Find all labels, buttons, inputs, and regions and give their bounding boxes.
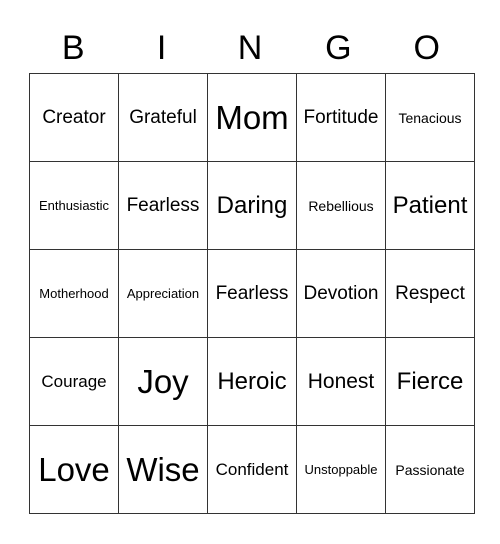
bingo-cell-text: Patient (392, 191, 468, 219)
bingo-cell[interactable]: Unstoppable (296, 425, 386, 514)
bingo-cell-text: Respect (395, 282, 465, 304)
bingo-cell[interactable]: Tenacious (385, 73, 475, 162)
header-letter-n: N (237, 29, 263, 67)
bingo-cell[interactable]: Motherhood (29, 249, 119, 338)
bingo-cell-text: Confident (215, 459, 289, 479)
bingo-cell[interactable]: Rebellious (296, 161, 386, 250)
bingo-row: Love Wise Confident Unstoppable Passionate (29, 425, 475, 514)
bingo-header: B I N G O (29, 26, 471, 70)
bingo-cell[interactable]: Respect (385, 249, 475, 338)
bingo-cell-text: Wise (126, 450, 200, 488)
bingo-cell[interactable]: Honest (296, 337, 386, 426)
bingo-cell[interactable]: Fierce (385, 337, 475, 426)
bingo-row: Courage Joy Heroic Honest Fierce (29, 337, 475, 426)
bingo-row: Motherhood Appreciation Fearless Devotion Re… (29, 249, 475, 338)
bingo-cell-text: Fearless (215, 282, 289, 304)
bingo-cell-text: Honest (307, 369, 375, 393)
header-letter-g: G (325, 29, 352, 67)
bingo-cell-text: Rebellious (308, 197, 374, 214)
bingo-cell[interactable]: Fearless (118, 161, 208, 250)
bingo-row: Enthusiastic Fearless Daring Rebellious Pati… (29, 161, 475, 250)
bingo-cell-text: Fearless (126, 194, 200, 216)
bingo-cell[interactable]: Enthusiastic (29, 161, 119, 250)
bingo-cell[interactable]: Daring (207, 161, 297, 250)
bingo-cell-text: Grateful (129, 106, 197, 128)
bingo-cell-text: Passionate (395, 461, 465, 478)
bingo-cell[interactable]: Creator (29, 73, 119, 162)
bingo-cell[interactable]: Heroic (207, 337, 297, 426)
bingo-row: Creator Grateful Mom Fortitude Tenacious (29, 73, 475, 162)
bingo-grid: Creator Grateful Mom Fortitude Tenacious Enth… (29, 73, 475, 514)
header-letter-o: O (413, 29, 440, 67)
bingo-cell-text: Joy (137, 362, 189, 400)
bingo-cell[interactable]: Courage (29, 337, 119, 426)
bingo-cell-text: Creator (42, 106, 106, 128)
header-letter-b: B (61, 29, 85, 67)
bingo-cell[interactable]: Wise (118, 425, 208, 514)
bingo-cell[interactable]: Fearless (207, 249, 297, 338)
bingo-cell-text: Appreciation (126, 286, 200, 301)
bingo-cell[interactable]: Love (29, 425, 119, 514)
bingo-cell[interactable]: Grateful (118, 73, 208, 162)
bingo-cell[interactable]: Confident (207, 425, 297, 514)
bingo-cell-text: Daring (216, 191, 288, 219)
bingo-cell-text: Motherhood (39, 286, 109, 301)
bingo-cell-text: Heroic (217, 367, 287, 395)
bingo-cell[interactable]: Mom (207, 73, 297, 162)
bingo-cell-text: Fortitude (303, 106, 379, 128)
bingo-cell-text: Mom (215, 98, 289, 136)
bingo-cell-text: Devotion (303, 282, 379, 304)
bingo-cell-text: Tenacious (398, 109, 462, 126)
bingo-cell-text: Fierce (396, 367, 464, 395)
bingo-cell-text: Unstoppable (304, 462, 378, 477)
header-letter-i: I (156, 29, 167, 67)
bingo-cell[interactable]: Passionate (385, 425, 475, 514)
bingo-cell[interactable]: Fortitude (296, 73, 386, 162)
bingo-cell-text: Courage (41, 371, 107, 391)
bingo-cell[interactable]: Patient (385, 161, 475, 250)
bingo-cell-text: Enthusiastic (38, 198, 110, 213)
bingo-cell[interactable]: Devotion (296, 249, 386, 338)
bingo-cell[interactable]: Appreciation (118, 249, 208, 338)
bingo-cell[interactable]: Joy (118, 337, 208, 426)
bingo-cell-text: Love (38, 450, 110, 488)
